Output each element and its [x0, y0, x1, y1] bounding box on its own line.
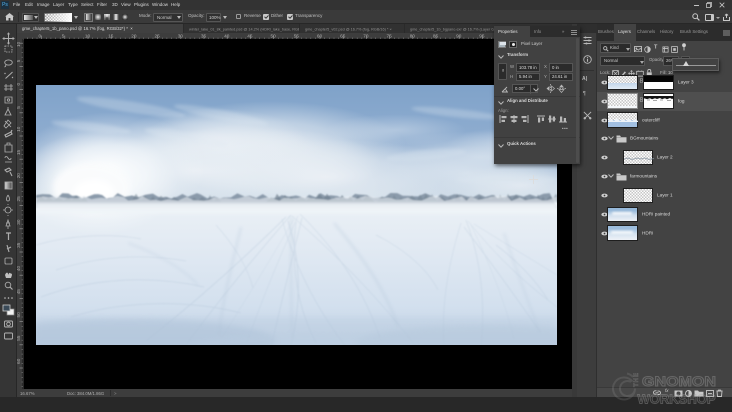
svg-text:60: 60 — [17, 358, 21, 364]
svg-text:20: 20 — [17, 173, 21, 179]
svg-text:95: 95 — [479, 34, 485, 39]
svg-text:40: 40 — [17, 265, 21, 271]
svg-text:0: 0 — [17, 83, 21, 86]
svg-text:5: 5 — [62, 34, 65, 39]
svg-text:55: 55 — [294, 34, 300, 39]
svg-text:70: 70 — [363, 34, 369, 39]
svg-text:55: 55 — [17, 335, 21, 341]
svg-text:10: 10 — [17, 126, 21, 132]
svg-text:25: 25 — [155, 34, 161, 39]
svg-text:35: 35 — [17, 242, 21, 248]
svg-text:50: 50 — [17, 312, 21, 318]
svg-text:GNOMON: GNOMON — [642, 374, 716, 389]
svg-text:90: 90 — [456, 34, 462, 39]
svg-text:30: 30 — [178, 34, 184, 39]
svg-text:45: 45 — [247, 34, 253, 39]
svg-text:THE: THE — [633, 373, 640, 387]
svg-text:10: 10 — [85, 34, 91, 39]
svg-text:15: 15 — [108, 34, 114, 39]
svg-text:10: 10 — [17, 41, 21, 47]
svg-text:80: 80 — [410, 34, 416, 39]
svg-text:40: 40 — [224, 34, 230, 39]
svg-text:30: 30 — [17, 219, 21, 225]
svg-text:25: 25 — [17, 196, 21, 202]
svg-text:50: 50 — [271, 34, 277, 39]
svg-text:5: 5 — [17, 59, 21, 62]
svg-text:60: 60 — [317, 34, 323, 39]
svg-text:20: 20 — [131, 34, 137, 39]
svg-text:45: 45 — [17, 289, 21, 295]
svg-text:WORKSHOP: WORKSHOP — [638, 392, 716, 407]
svg-text:15: 15 — [17, 149, 21, 155]
svg-text:5: 5 — [17, 106, 21, 109]
svg-text:0: 0 — [39, 34, 42, 39]
svg-text:35: 35 — [201, 34, 207, 39]
svg-text:85: 85 — [433, 34, 439, 39]
svg-text:65: 65 — [340, 34, 346, 39]
svg-text:75: 75 — [387, 34, 393, 39]
